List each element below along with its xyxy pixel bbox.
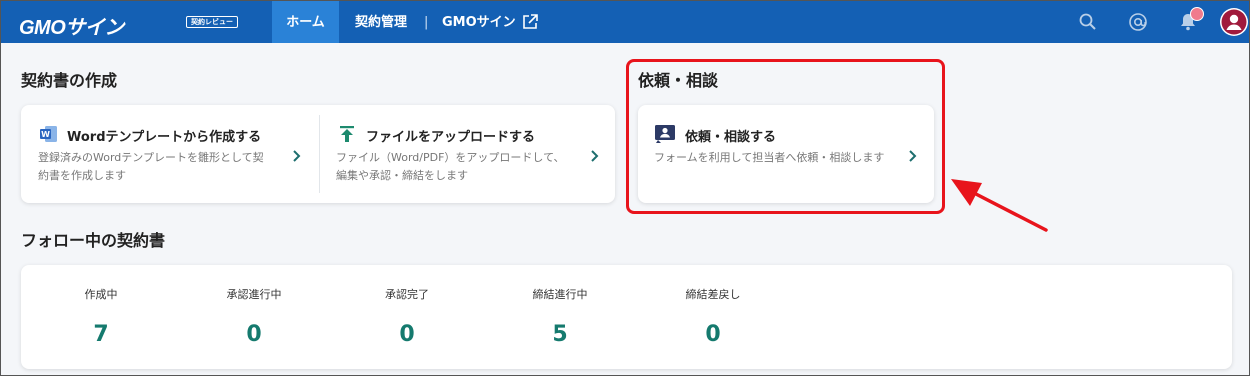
at-icon[interactable]: [1128, 12, 1148, 32]
nav-separator: |: [424, 15, 429, 30]
top-header: GMOサイン 契約レビュー ホーム 契約管理 | GMOサイン: [1, 1, 1249, 43]
upload-file-desc-line2: 編集や承認・締結をします: [336, 169, 468, 182]
nav-contract-management[interactable]: 契約管理: [355, 1, 407, 43]
chevron-right-icon: [591, 150, 599, 162]
user-icon: [1221, 9, 1247, 35]
stat-value-drafting[interactable]: 7: [41, 322, 161, 347]
stat-value-approval-complete[interactable]: 0: [347, 322, 467, 347]
upload-file-desc-line1: ファイル（Word/PDF）をアップロードして、: [336, 151, 565, 164]
word-template-desc-line2: 約書を作成します: [38, 169, 126, 182]
search-icon[interactable]: [1078, 12, 1098, 32]
contract-review-badge: 契約レビュー: [186, 16, 238, 28]
external-link-icon[interactable]: [522, 14, 538, 30]
upload-file-title: ファイルをアップロードする: [366, 130, 536, 145]
gmo-sign-logo[interactable]: GMOサイン: [19, 11, 124, 40]
follow-section-title: フォロー中の契約書: [21, 231, 166, 250]
nav-gmo-sign-link[interactable]: GMOサイン: [442, 1, 516, 43]
notification-badge: [1190, 7, 1204, 21]
stat-value-signing-returned[interactable]: 0: [653, 322, 773, 347]
create-section-title: 契約書の作成: [21, 71, 118, 90]
stat-value-signing-in-progress[interactable]: 5: [500, 322, 620, 347]
stat-label-approval-in-progress: 承認進行中: [226, 288, 282, 301]
stat-label-drafting: 作成中: [84, 288, 118, 301]
word-template-title: Wordテンプレートから作成する: [67, 130, 262, 145]
create-card: W Wordテンプレートから作成する 登録済みのWordテンプレートを雛形として…: [21, 105, 615, 203]
stat-label-approval-complete: 承認完了: [385, 288, 429, 301]
word-icon: W: [40, 126, 57, 142]
word-template-item[interactable]: W Wordテンプレートから作成する 登録済みのWordテンプレートを雛形として…: [21, 105, 318, 203]
stat-label-signing-returned: 締結差戻し: [685, 288, 741, 301]
svg-text:W: W: [41, 130, 50, 139]
upload-file-item[interactable]: ファイルをアップロードする ファイル（Word/PDF）をアップロードして、 編…: [320, 105, 615, 203]
stat-label-signing-in-progress: 締結進行中: [532, 288, 588, 301]
user-avatar[interactable]: [1220, 8, 1248, 36]
chevron-right-icon: [293, 150, 301, 162]
word-template-desc-line1: 登録済みのWordテンプレートを雛形として契: [38, 151, 264, 164]
nav-home-tab[interactable]: ホーム: [272, 1, 339, 43]
follow-stats-card: 作成中 7 承認進行中 0 承認完了 0 締結進行中 5 締結差戻し 0: [21, 265, 1232, 369]
upload-icon: [340, 126, 354, 142]
highlight-box: [626, 59, 945, 214]
annotation-arrow-icon: [951, 179, 1048, 232]
stat-value-approval-in-progress[interactable]: 0: [194, 322, 314, 347]
